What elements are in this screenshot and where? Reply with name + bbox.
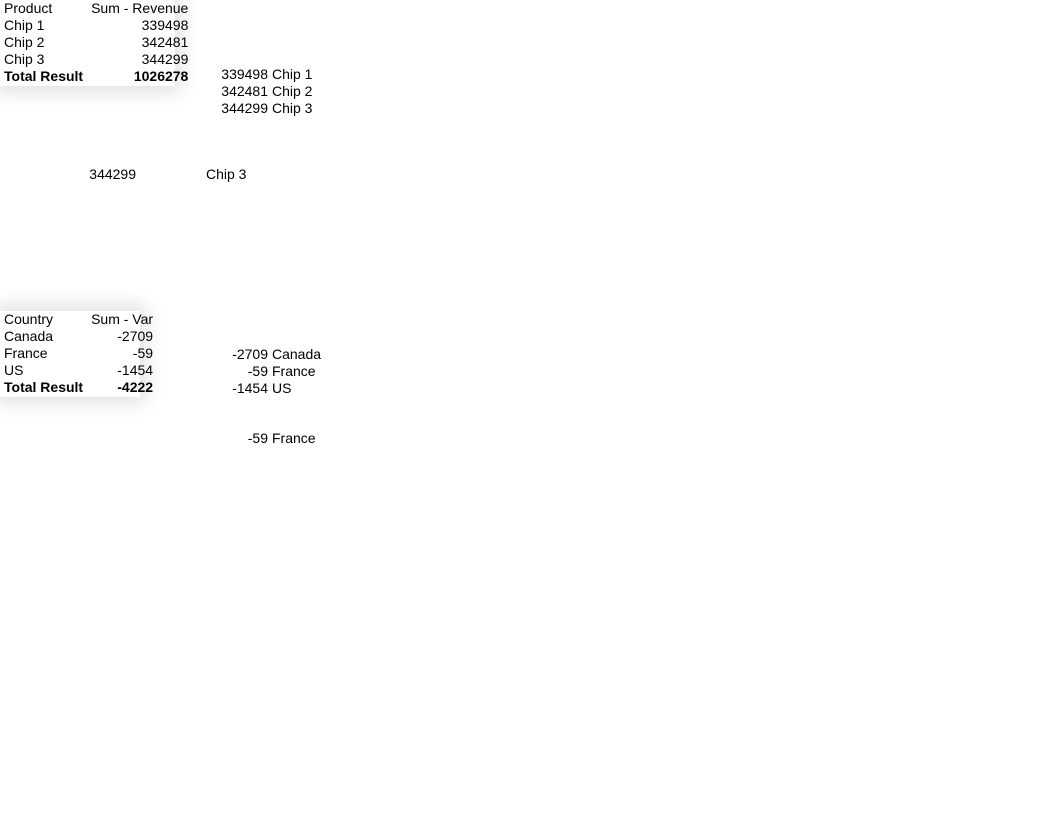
pivot-var-block: Country Sum - Var Canada -2709 France -5… [0,311,140,397]
detached1-label: Chip 3 [206,166,246,183]
side1-label: Chip 2 [272,83,312,100]
detached2-value: -59 [210,430,268,447]
pivot-revenue-total-value: 1026278 [87,68,192,85]
detached2-label: France [272,430,316,447]
side1-value: 339498 [200,66,268,83]
side1-label: Chip 1 [272,66,312,83]
pivot-var-label: Canada [0,328,87,345]
pivot-var-table: Country Sum - Var Canada -2709 France -5… [0,311,157,396]
pivot-revenue-total-label: Total Result [0,68,87,85]
side2-label: Canada [272,346,321,363]
side2-value: -59 [210,363,268,380]
table-row: Chip 1 339498 [0,17,192,34]
pivot-revenue-header-row: Product Sum - Revenue [0,0,192,17]
table-row: Chip 2 342481 [0,34,192,51]
table-row: Chip 3 344299 [0,51,192,68]
pivot-revenue-table: Product Sum - Revenue Chip 1 339498 Chip… [0,0,192,85]
pivot-revenue-row-header: Product [0,0,87,17]
table-row: France -59 [0,345,157,362]
pivot-revenue-value: 344299 [87,51,192,68]
pivot-revenue-value: 339498 [87,17,192,34]
pivot-var-value-header: Sum - Var [87,311,157,328]
pivot-revenue-label: Chip 1 [0,17,87,34]
pivot-revenue-value-header: Sum - Revenue [87,0,192,17]
table-row: Canada -2709 [0,328,157,345]
side1-value: 344299 [200,100,268,117]
pivot-var-value: -1454 [87,362,157,379]
pivot-var-total-label: Total Result [0,379,87,396]
table-row: US -1454 [0,362,157,379]
side2-label: France [272,363,316,380]
pivot-var-label: France [0,345,87,362]
side1-value: 342481 [200,83,268,100]
pivot-revenue-block: Product Sum - Revenue Chip 1 339498 Chip… [0,0,175,86]
pivot-revenue-label: Chip 2 [0,34,87,51]
pivot-revenue-value: 342481 [87,34,192,51]
pivot-var-total-row: Total Result -4222 [0,379,157,396]
pivot-var-header-row: Country Sum - Var [0,311,157,328]
side2-value: -1454 [210,380,268,397]
pivot-var-total-value: -4222 [87,379,157,396]
pivot-var-value: -2709 [87,328,157,345]
pivot-revenue-total-row: Total Result 1026278 [0,68,192,85]
pivot-var-label: US [0,362,87,379]
pivot-var-row-header: Country [0,311,87,328]
pivot-var-value: -59 [87,345,157,362]
detached1-value: 344299 [68,166,136,183]
side2-value: -2709 [210,346,268,363]
side2-label: US [272,380,291,397]
side1-label: Chip 3 [272,100,312,117]
pivot-revenue-label: Chip 3 [0,51,87,68]
